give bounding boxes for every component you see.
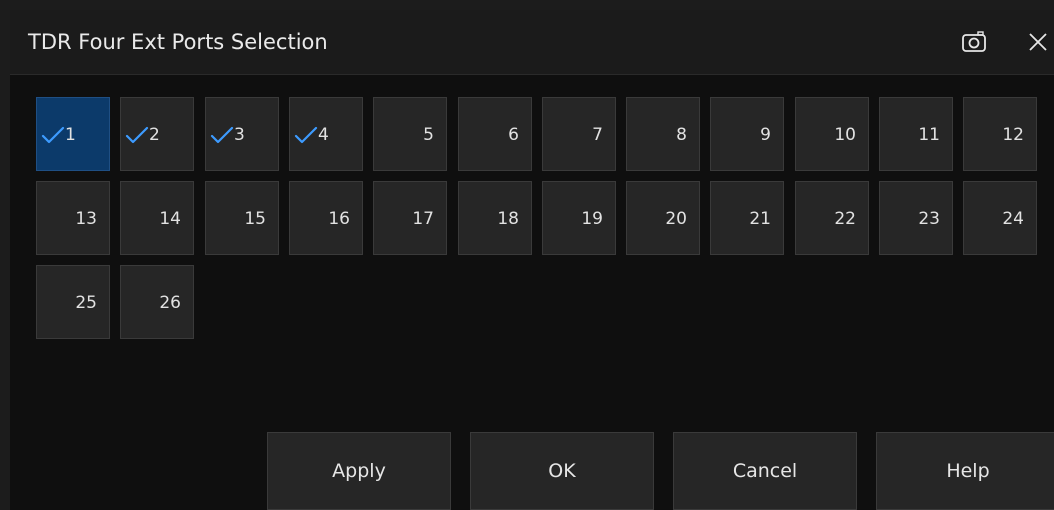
port-label: 10	[834, 125, 856, 145]
port-checkbox-1[interactable]: 1	[36, 97, 110, 171]
port-checkbox-11[interactable]: 11	[879, 97, 953, 171]
port-label: 17	[412, 209, 434, 229]
checkmark-icon	[294, 126, 318, 144]
port-checkbox-20[interactable]: 20	[626, 181, 700, 255]
port-label: 25	[75, 293, 97, 313]
port-checkbox-22[interactable]: 22	[795, 181, 869, 255]
ok-button[interactable]: OK	[470, 432, 654, 510]
port-label: 14	[159, 209, 181, 229]
port-checkbox-14[interactable]: 14	[120, 181, 194, 255]
port-checkbox-17[interactable]: 17	[373, 181, 447, 255]
port-label: 12	[1002, 125, 1024, 145]
port-label: 20	[665, 209, 687, 229]
port-checkbox-18[interactable]: 18	[458, 181, 532, 255]
cancel-button[interactable]: Cancel	[673, 432, 857, 510]
port-checkbox-5[interactable]: 5	[373, 97, 447, 171]
port-label: 1	[65, 125, 76, 145]
port-grid: 1 2 3 4 5 6 7 8 9 10 11 12 13 14 15 16 17 18 19 20 21 22 23 24 2…	[36, 97, 1054, 357]
help-button[interactable]: Help	[876, 432, 1054, 510]
port-checkbox-25[interactable]: 25	[36, 265, 110, 339]
port-label: 5	[423, 125, 434, 145]
port-checkbox-23[interactable]: 23	[879, 181, 953, 255]
port-label: 6	[508, 125, 519, 145]
port-checkbox-4[interactable]: 4	[289, 97, 363, 171]
port-label: 24	[1002, 209, 1024, 229]
checkmark-icon	[41, 126, 65, 144]
checkmark-icon	[210, 126, 234, 144]
port-label: 22	[834, 209, 856, 229]
port-checkbox-15[interactable]: 15	[205, 181, 279, 255]
port-label: 23	[918, 209, 940, 229]
port-label: 3	[234, 125, 245, 145]
ports-selection-dialog: TDR Four Ext Ports Selection 1 2 3 4 5 6 7 8 9 10…	[10, 10, 1054, 510]
port-checkbox-8[interactable]: 8	[626, 97, 700, 171]
port-checkbox-10[interactable]: 10	[795, 97, 869, 171]
port-label: 15	[244, 209, 266, 229]
port-checkbox-6[interactable]: 6	[458, 97, 532, 171]
dialog-title: TDR Four Ext Ports Selection	[28, 30, 328, 54]
port-label: 19	[581, 209, 603, 229]
port-label: 11	[918, 125, 940, 145]
port-checkbox-12[interactable]: 12	[963, 97, 1037, 171]
port-checkbox-24[interactable]: 24	[963, 181, 1037, 255]
port-label: 18	[497, 209, 519, 229]
port-checkbox-9[interactable]: 9	[710, 97, 784, 171]
port-checkbox-2[interactable]: 2	[120, 97, 194, 171]
title-divider	[10, 74, 1054, 75]
checkmark-icon	[125, 126, 149, 144]
port-label: 7	[592, 125, 603, 145]
apply-button[interactable]: Apply	[267, 432, 451, 510]
port-checkbox-21[interactable]: 21	[710, 181, 784, 255]
port-label: 16	[328, 209, 350, 229]
dialog-titlebar: TDR Four Ext Ports Selection	[10, 10, 1054, 74]
port-label: 2	[149, 125, 160, 145]
port-checkbox-3[interactable]: 3	[205, 97, 279, 171]
port-checkbox-26[interactable]: 26	[120, 265, 194, 339]
port-label: 4	[318, 125, 329, 145]
port-checkbox-7[interactable]: 7	[542, 97, 616, 171]
port-label: 26	[159, 293, 181, 313]
port-checkbox-16[interactable]: 16	[289, 181, 363, 255]
port-checkbox-19[interactable]: 19	[542, 181, 616, 255]
port-label: 13	[75, 209, 97, 229]
port-label: 8	[676, 125, 687, 145]
port-label: 21	[749, 209, 771, 229]
port-label: 9	[760, 125, 771, 145]
close-icon[interactable]	[1022, 26, 1054, 58]
camera-icon[interactable]	[958, 26, 990, 58]
port-checkbox-13[interactable]: 13	[36, 181, 110, 255]
